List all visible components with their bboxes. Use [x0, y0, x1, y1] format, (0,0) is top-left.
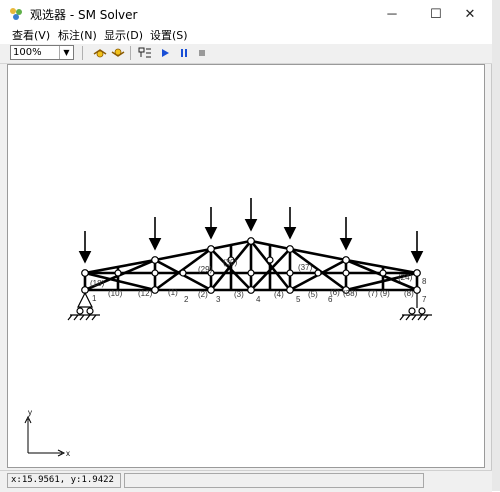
step-list-icon[interactable]: [137, 45, 153, 61]
member-label: (6): [330, 288, 340, 297]
zoom-out-icon[interactable]: [110, 45, 126, 61]
play-icon[interactable]: [157, 45, 173, 61]
axis-y-label: y: [28, 408, 32, 417]
toolbar-separator: [130, 46, 131, 60]
menu-bar: 查看(V) 标注(N) 显示(D) 设置(S): [0, 28, 492, 44]
truss-members: [83, 239, 419, 292]
node-label: 7: [422, 295, 427, 304]
member-label: (38): [343, 289, 358, 298]
menu-annotate[interactable]: 标注(N): [58, 28, 97, 44]
menu-display[interactable]: 显示(D): [104, 28, 143, 44]
pause-icon[interactable]: [176, 45, 192, 61]
member-label: (37): [298, 263, 313, 272]
toolbar: 100% ▼: [0, 44, 492, 64]
node-label: 3: [216, 295, 221, 304]
close-button[interactable]: ✕: [448, 0, 492, 28]
menu-view[interactable]: 查看(V): [12, 28, 50, 44]
member-label: (18): [90, 279, 105, 288]
zoom-select[interactable]: 100% ▼: [10, 45, 74, 60]
member-label: (9): [380, 289, 390, 298]
member-label: (1): [168, 288, 178, 297]
coordinates-readout: x:15.9561, y:1.9422: [7, 473, 121, 488]
axis-indicator: [24, 415, 66, 457]
window-title: 观选器 - SM Solver: [30, 8, 138, 22]
node-label: 2: [184, 295, 189, 304]
node-label: 4: [256, 295, 261, 304]
axis-x-label: x: [66, 449, 70, 458]
member-label: (3): [234, 290, 244, 299]
member-label: (24): [398, 273, 413, 282]
node-label: 8: [422, 277, 427, 286]
status-pane: [124, 473, 424, 488]
app-icon: [10, 8, 22, 20]
member-label: (2): [198, 290, 208, 299]
chevron-down-icon[interactable]: ▼: [59, 46, 73, 59]
zoom-value: 100%: [13, 47, 42, 58]
member-label: (10): [108, 289, 123, 298]
member-label: (12): [138, 289, 153, 298]
member-label: (4): [274, 290, 284, 299]
menu-settings[interactable]: 设置(S): [150, 28, 188, 44]
member-label: (5): [308, 290, 318, 299]
background-window-strip: [492, 0, 500, 491]
title-bar[interactable]: 观选器 - SM Solver ─ ☐ ✕: [0, 0, 492, 28]
node-label: 5: [296, 295, 301, 304]
minimize-button[interactable]: ─: [370, 0, 414, 28]
member-label: (8): [404, 289, 414, 298]
drawing-canvas[interactable]: 1 2 3 4 5 6 7 8 (2) (3) (4) (5) (10) (12…: [7, 64, 485, 468]
main-window: 观选器 - SM Solver ─ ☐ ✕ 查看(V) 标注(N) 显示(D) …: [0, 0, 492, 492]
stop-icon[interactable]: [194, 45, 210, 61]
zoom-in-icon[interactable]: [92, 45, 108, 61]
truss-diagram: 1 2 3 4 5 6 7 8 (2) (3) (4) (5) (10) (12…: [24, 198, 432, 458]
toolbar-separator: [82, 46, 83, 60]
member-label: (29): [198, 265, 213, 274]
member-label: (30): [223, 258, 238, 267]
status-bar: x:15.9561, y:1.9422: [0, 470, 492, 492]
member-label: (7): [368, 289, 378, 298]
node-label: 1: [92, 294, 97, 303]
